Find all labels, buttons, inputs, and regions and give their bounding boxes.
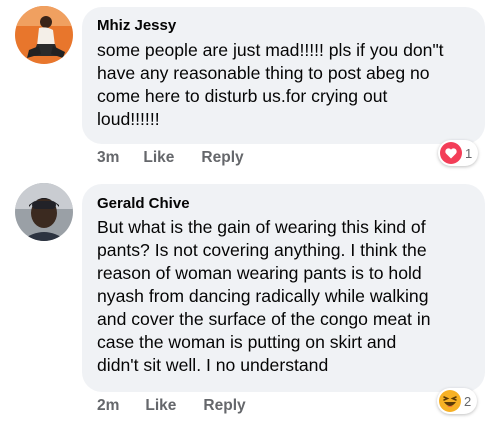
haha-icon bbox=[439, 390, 461, 412]
avatar-gerald-chive[interactable] bbox=[15, 183, 73, 241]
comment-text: some people are just mad!!!!! pls if you… bbox=[97, 40, 444, 129]
reply-button[interactable]: Reply bbox=[201, 148, 243, 168]
reply-button[interactable]: Reply bbox=[203, 396, 245, 416]
comment-timestamp[interactable]: 2m bbox=[97, 396, 119, 416]
like-button[interactable]: Like bbox=[143, 148, 174, 168]
comment-actions: 3m Like Reply bbox=[97, 148, 244, 168]
comment-text: But what is the gain of wearing this kin… bbox=[97, 217, 431, 375]
reaction-count: 1 bbox=[465, 145, 473, 161]
comment-actions: 2m Like Reply bbox=[97, 396, 246, 416]
avatar-mhiz-jessy[interactable] bbox=[15, 6, 73, 64]
comment-author[interactable]: Gerald Chive bbox=[97, 195, 190, 213]
avatar-image bbox=[15, 183, 73, 241]
avatar-image bbox=[15, 6, 73, 64]
comment-timestamp[interactable]: 3m bbox=[97, 148, 119, 168]
reaction-summary[interactable]: 2 bbox=[437, 388, 478, 414]
reaction-summary[interactable]: 1 bbox=[438, 140, 479, 166]
like-button[interactable]: Like bbox=[145, 396, 176, 416]
comment-author[interactable]: Mhiz Jessy bbox=[97, 17, 176, 35]
reaction-count: 2 bbox=[464, 393, 472, 409]
love-icon bbox=[440, 142, 462, 164]
